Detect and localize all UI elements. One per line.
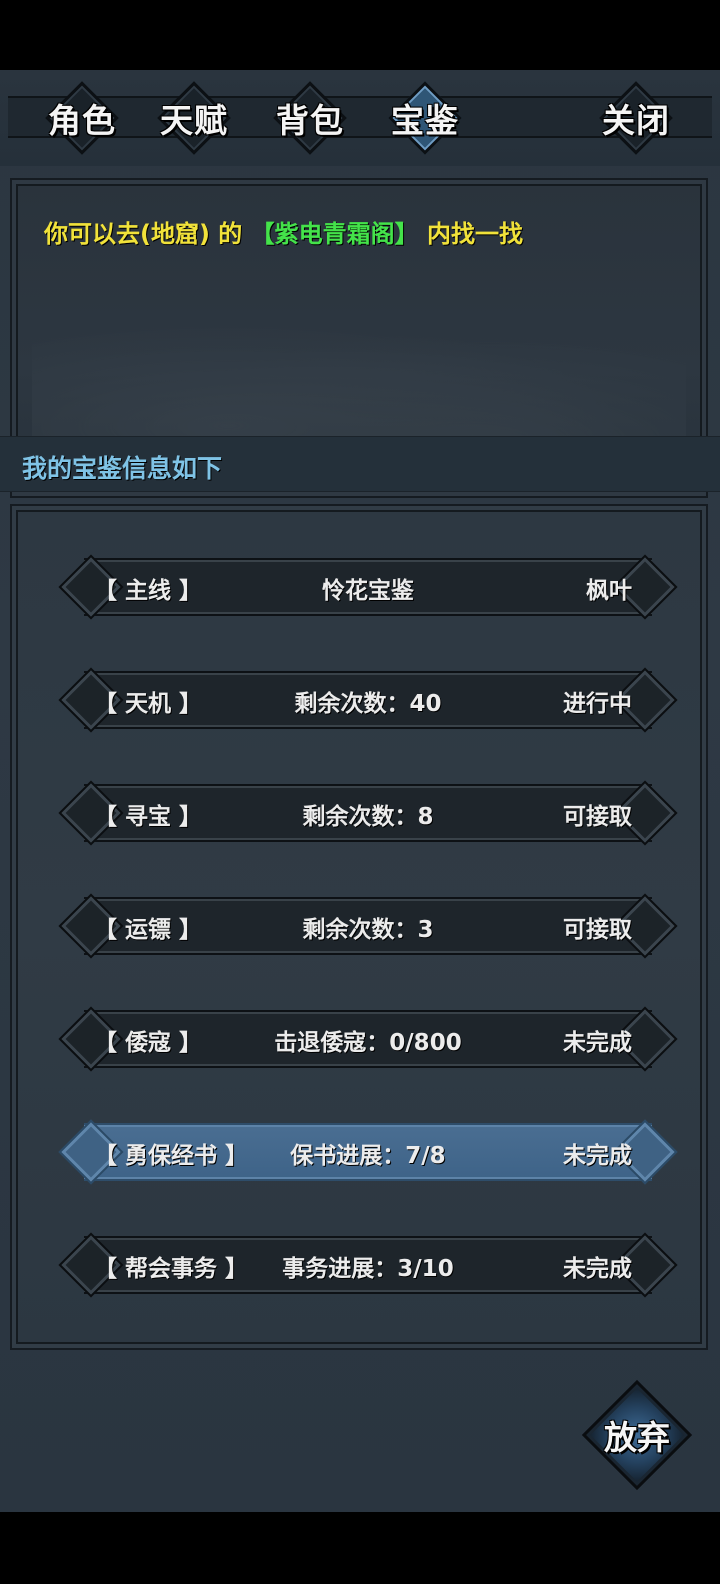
hint-connector: 的	[218, 220, 243, 248]
tab-bar: 角色 天赋 背包 宝鉴 关闭	[0, 70, 720, 166]
quest-list-panel: 【 主线 】 怜花宝鉴 枫叶 【 天机 】 剩余次数：40 进行中 【 寻宝 】…	[10, 504, 708, 1350]
quest-status: 枫叶	[586, 578, 632, 604]
abandon-label: 放弃	[604, 1418, 670, 1457]
hint-place: (地窟)	[140, 220, 210, 248]
tab-bag[interactable]: 背包	[270, 78, 350, 158]
hint-suffix: 内找一找	[427, 220, 524, 248]
status-bar-area	[0, 0, 720, 70]
quest-detail: 怜花宝鉴	[322, 578, 414, 604]
tab-talent[interactable]: 天赋	[154, 78, 234, 158]
quest-row-treasure-hunt[interactable]: 【 寻宝 】 剩余次数：8 可接取	[58, 780, 678, 846]
quest-row-scripture-escort[interactable]: 【 勇保经书 】 保书进展：7/8 未完成	[58, 1119, 678, 1185]
section-header: 我的宝鉴信息如下	[0, 436, 720, 492]
quest-row-tianji[interactable]: 【 天机 】 剩余次数：40 进行中	[58, 667, 678, 733]
section-title: 我的宝鉴信息如下	[22, 454, 223, 483]
quest-row-guild-affairs[interactable]: 【 帮会事务 】 事务进展：3/10 未完成	[58, 1232, 678, 1298]
close-label: 关闭	[602, 101, 670, 140]
hint-text: 你可以去(地窟) 的 【紫电青霜阁】 内找一找	[44, 214, 523, 249]
quest-status: 可接取	[563, 917, 632, 943]
quest-row-main[interactable]: 【 主线 】 怜花宝鉴 枫叶	[58, 554, 678, 620]
tab-label: 天赋	[160, 101, 228, 140]
treasure-book-screen: 角色 天赋 背包 宝鉴 关闭 你可以去(地窟) 的 【紫电青霜阁】 内找一找 我…	[0, 70, 720, 1512]
tab-label: 宝鉴	[391, 101, 459, 140]
close-button[interactable]: 关闭	[596, 78, 676, 158]
hint-prefix: 你可以去	[44, 220, 140, 248]
navigation-bar-area	[0, 1512, 720, 1584]
tab-label: 背包	[276, 101, 344, 140]
quest-status: 未完成	[563, 1030, 632, 1056]
quest-row-escort[interactable]: 【 运镖 】 剩余次数：3 可接取	[58, 893, 678, 959]
quest-status: 可接取	[563, 804, 632, 830]
quest-row-pirates[interactable]: 【 倭寇 】 击退倭寇：0/800 未完成	[58, 1006, 678, 1072]
quest-status: 未完成	[563, 1256, 632, 1282]
quest-status: 进行中	[563, 691, 632, 717]
quest-status: 未完成	[563, 1143, 632, 1169]
tab-label: 角色	[48, 101, 116, 140]
tab-character[interactable]: 角色	[42, 78, 122, 158]
abandon-button[interactable]: 放弃	[578, 1376, 696, 1494]
hint-target-location[interactable]: 【紫电青霜阁】	[251, 220, 419, 248]
tab-treasure-book[interactable]: 宝鉴	[385, 78, 465, 158]
